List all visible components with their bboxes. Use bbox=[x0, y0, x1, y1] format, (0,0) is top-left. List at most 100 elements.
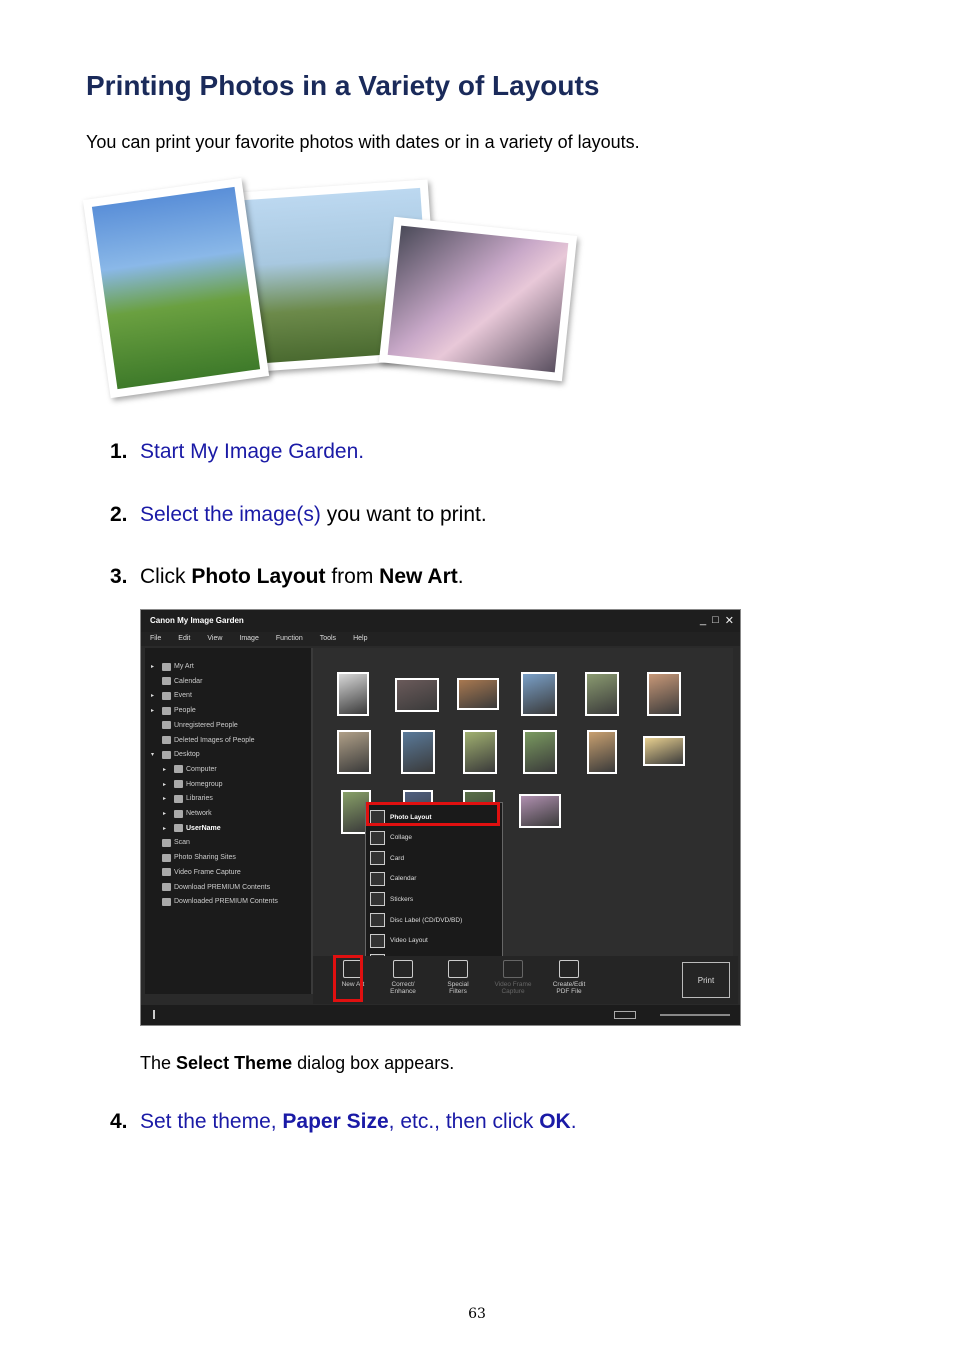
expand-arrow-icon[interactable]: ▸ bbox=[151, 707, 159, 714]
tree-item-label: Homegroup bbox=[186, 780, 223, 788]
dropdown-item-label: Disc Label (CD/DVD/BD) bbox=[390, 916, 463, 924]
video-frame-capture-icon bbox=[503, 960, 523, 978]
expand-arrow-icon[interactable]: ▸ bbox=[163, 795, 171, 802]
dropdown-item[interactable]: Collage bbox=[370, 829, 412, 847]
expand-arrow-icon[interactable]: ▸ bbox=[151, 692, 159, 699]
tree-item-label: Download PREMIUM Contents bbox=[174, 883, 271, 891]
menu-file[interactable]: File bbox=[141, 632, 169, 646]
folder-icon bbox=[162, 853, 171, 862]
expand-arrow-icon[interactable]: ▾ bbox=[151, 751, 159, 758]
tree-item-label: My Art bbox=[174, 663, 194, 670]
image-thumbnail[interactable] bbox=[337, 672, 369, 716]
start-my-image-garden-link[interactable]: Start My Image Garden. bbox=[140, 440, 364, 463]
zoom-slider[interactable] bbox=[660, 1014, 730, 1016]
tree-item[interactable]: Unregistered People bbox=[151, 719, 238, 732]
step-4: 4. Set the theme, Paper Size, etc., then … bbox=[110, 1110, 577, 1133]
image-thumbnail[interactable] bbox=[647, 672, 681, 716]
special-filters-icon bbox=[448, 960, 468, 978]
dropdown-item-label: Calendar bbox=[390, 875, 417, 883]
tree-item[interactable]: ▸ Homegroup bbox=[163, 778, 223, 791]
menu-edit[interactable]: Edit bbox=[169, 632, 198, 646]
close-icon[interactable]: ✕ bbox=[725, 614, 734, 627]
menu-view[interactable]: View bbox=[198, 632, 230, 646]
pdf-icon bbox=[559, 960, 579, 978]
tree-item[interactable]: Calendar bbox=[151, 675, 202, 688]
tree-item-label: Computer bbox=[186, 765, 217, 773]
set-theme-link[interactable]: Set the theme, Paper Size, etc., then cl… bbox=[140, 1110, 577, 1133]
tree-item[interactable]: ▸ Event bbox=[151, 689, 192, 702]
folder-icon bbox=[162, 736, 171, 744]
tree-item[interactable]: ▸ UserName bbox=[163, 822, 221, 835]
expand-arrow-icon[interactable]: ▸ bbox=[163, 810, 171, 817]
menu-help[interactable]: Help bbox=[344, 632, 375, 646]
menu-tools[interactable]: Tools bbox=[311, 632, 344, 646]
layout-type-icon bbox=[370, 830, 385, 845]
tree-item[interactable]: ▸ People bbox=[151, 704, 196, 717]
page-number: 63 bbox=[468, 1306, 486, 1322]
info-icon[interactable] bbox=[153, 1010, 155, 1019]
tree-item[interactable]: Download PREMIUM Contents bbox=[151, 881, 270, 894]
print-button[interactable]: Print bbox=[682, 962, 730, 998]
image-thumbnail[interactable] bbox=[337, 730, 371, 774]
tree-item-label: Downloaded PREMIUM Contents bbox=[174, 898, 278, 906]
create-edit-pdf-button[interactable]: Create/Edit PDF File bbox=[543, 960, 595, 995]
tree-item[interactable]: ▸ Computer bbox=[163, 763, 217, 776]
tree-item[interactable]: ▸ My Art bbox=[151, 660, 194, 673]
dropdown-item[interactable]: Stickers bbox=[370, 890, 413, 908]
view-toggle-icon[interactable] bbox=[614, 1011, 636, 1019]
tree-item[interactable]: Deleted Images of People bbox=[151, 734, 255, 747]
new-art-highlight bbox=[333, 955, 363, 1002]
folder-icon bbox=[162, 868, 171, 877]
image-thumbnail[interactable] bbox=[643, 736, 685, 766]
app-title: Canon My Image Garden bbox=[150, 616, 244, 625]
image-thumbnail[interactable] bbox=[457, 678, 499, 710]
app-statusbar bbox=[141, 1005, 740, 1025]
tree-item[interactable]: ▸ Network bbox=[163, 807, 212, 820]
expand-arrow-icon[interactable]: ▸ bbox=[151, 663, 159, 670]
tree-item[interactable]: ▸ Libraries bbox=[163, 792, 213, 805]
folder-icon bbox=[174, 824, 183, 833]
select-images-link[interactable]: Select the image(s) bbox=[140, 503, 321, 526]
expand-arrow-icon[interactable]: ▸ bbox=[163, 766, 171, 773]
expand-arrow-icon[interactable]: ▸ bbox=[163, 781, 171, 788]
image-thumbnail[interactable] bbox=[585, 672, 619, 716]
image-thumbnail[interactable] bbox=[395, 678, 439, 712]
dropdown-item[interactable]: Disc Label (CD/DVD/BD) bbox=[370, 911, 462, 929]
layout-type-icon bbox=[370, 871, 385, 886]
tree-item-label: Deleted Images of People bbox=[174, 736, 255, 744]
tree-item-label: Event bbox=[174, 692, 192, 700]
page-title: Printing Photos in a Variety of Layouts bbox=[86, 70, 600, 101]
maximize-icon[interactable]: □ bbox=[712, 614, 719, 627]
video-frame-capture-button[interactable]: Video Frame Capture bbox=[487, 960, 539, 995]
image-thumbnail[interactable] bbox=[463, 730, 497, 774]
tree-item[interactable]: Photo Sharing Sites bbox=[151, 851, 236, 864]
folder-icon bbox=[162, 838, 171, 847]
tree-item-label: Video Frame Capture bbox=[174, 868, 241, 876]
image-thumbnail[interactable] bbox=[587, 730, 617, 774]
image-thumbnail[interactable] bbox=[519, 794, 561, 828]
photo-collage-illustration bbox=[82, 176, 586, 400]
tree-item-label: Photo Sharing Sites bbox=[174, 854, 236, 862]
image-thumbnail[interactable] bbox=[401, 730, 435, 774]
dropdown-item[interactable]: Video Layout bbox=[370, 932, 428, 950]
expand-arrow-icon[interactable]: ▸ bbox=[163, 825, 171, 832]
tree-item[interactable]: Video Frame Capture bbox=[151, 866, 241, 879]
dropdown-item-label: Stickers bbox=[390, 895, 414, 903]
tree-item-label: UserName bbox=[186, 824, 221, 832]
special-filters-button[interactable]: Special Filters bbox=[432, 960, 484, 995]
image-thumbnail[interactable] bbox=[523, 730, 557, 774]
folder-icon bbox=[162, 691, 171, 700]
tree-item[interactable]: Scan bbox=[151, 836, 190, 849]
dropdown-item[interactable]: Calendar bbox=[370, 870, 416, 888]
menu-function[interactable]: Function bbox=[267, 632, 311, 646]
menu-image[interactable]: Image bbox=[230, 632, 266, 646]
dropdown-item[interactable]: Card bbox=[370, 849, 404, 867]
tree-item[interactable]: ▾ Desktop bbox=[151, 748, 200, 761]
tree-item-label: People bbox=[174, 707, 196, 715]
tree-item[interactable]: Downloaded PREMIUM Contents bbox=[151, 895, 278, 908]
image-thumbnail[interactable] bbox=[521, 672, 557, 716]
correct-enhance-button[interactable]: Correct/ Enhance bbox=[377, 960, 429, 995]
folder-icon bbox=[162, 662, 171, 671]
minimize-icon[interactable]: _ bbox=[700, 614, 706, 627]
dropdown-item-label: Collage bbox=[390, 834, 413, 842]
